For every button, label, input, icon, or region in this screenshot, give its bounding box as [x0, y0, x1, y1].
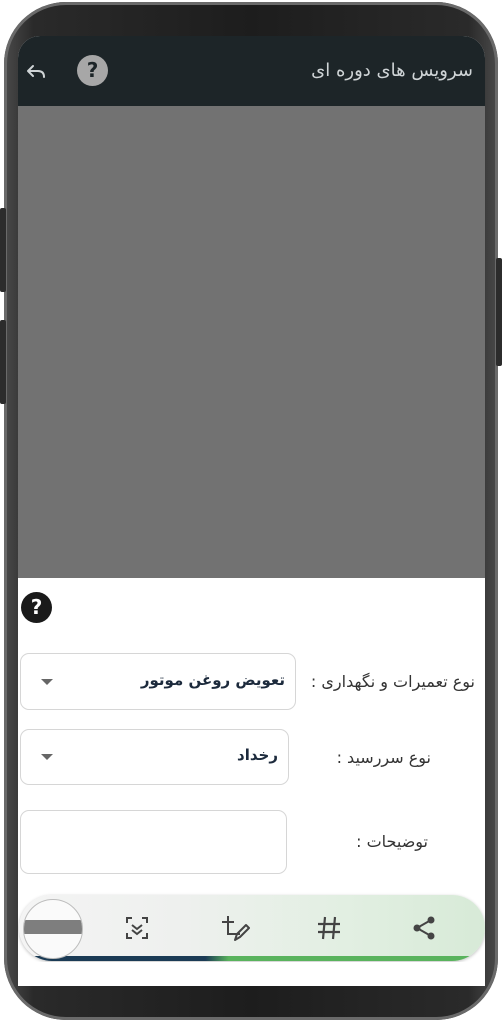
due-type-label: نوع سررسید : — [336, 748, 431, 767]
chevron-down-icon — [41, 754, 53, 760]
repair-type-label: نوع تعمیرات و نگهداری : — [310, 672, 475, 691]
scan-icon[interactable] — [121, 912, 153, 944]
form-help-button[interactable]: ? — [21, 592, 52, 623]
repair-type-value: تعویض روغن موتور — [140, 671, 285, 689]
modal-backdrop[interactable] — [18, 106, 485, 578]
volume-up-button — [0, 208, 6, 292]
due-type-value: رخداد — [237, 746, 278, 764]
thumbnail-preview — [24, 920, 82, 934]
chevron-down-icon — [41, 679, 53, 685]
back-arrow-icon[interactable] — [24, 59, 48, 83]
power-button — [496, 258, 502, 366]
screenshot-toolbar — [19, 895, 485, 961]
edit-crop-icon[interactable] — [218, 912, 250, 944]
toolbar-accent-bar — [19, 956, 485, 961]
page-title: سرویس های دوره ای — [311, 60, 473, 81]
hashtag-icon[interactable] — [313, 912, 345, 944]
app-bar: ? سرویس های دوره ای — [18, 36, 485, 106]
volume-down-button — [0, 320, 6, 404]
repair-type-select[interactable]: تعویض روغن موتور — [20, 653, 296, 710]
help-button[interactable]: ? — [77, 55, 108, 86]
screen: ? سرویس های دوره ای ? نوع تعمیرات و نگهد… — [18, 36, 485, 986]
description-label: توضیحات : — [356, 832, 428, 851]
system-navigation-bar — [18, 962, 485, 986]
due-type-select[interactable]: رخداد — [20, 729, 289, 785]
description-field[interactable] — [20, 810, 287, 874]
share-icon[interactable] — [408, 912, 440, 944]
screenshot-thumbnail[interactable] — [23, 899, 83, 959]
